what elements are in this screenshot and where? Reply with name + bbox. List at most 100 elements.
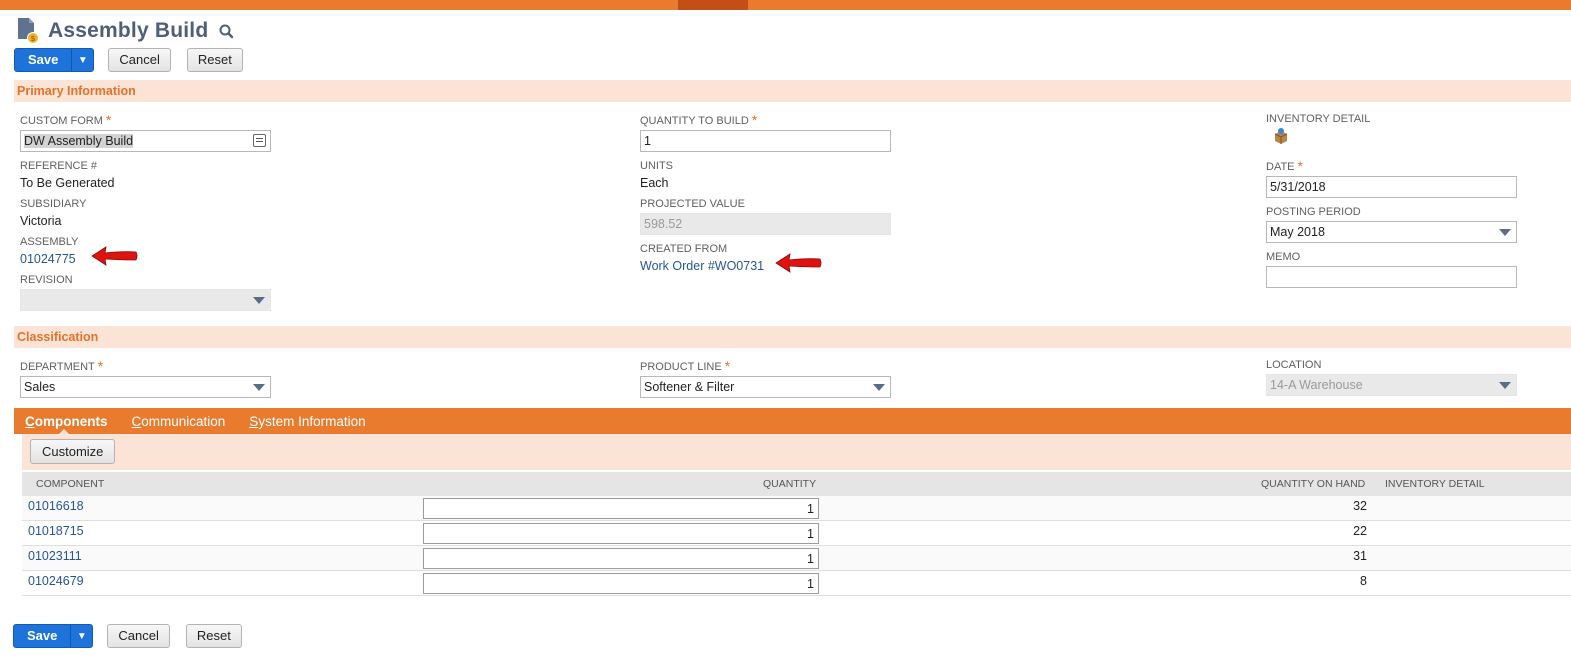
component-link[interactable]: 01023111 [28,549,82,563]
quantity-input[interactable]: 1 [423,548,819,569]
table-row[interactable]: 01016618 1 32 [22,496,1571,521]
cancel-button[interactable]: Cancel [108,48,171,72]
quantity-to-build-field: QUANTITY TO BUILD * 1 [640,112,891,152]
created-from-label: CREATED FROM [640,243,728,255]
memo-input[interactable] [1266,266,1517,288]
reference-field: REFERENCE # To Be Generated [20,159,115,191]
custom-form-label: CUSTOM FORM [20,115,103,127]
required-mark: * [97,358,104,374]
page-header: $ Assembly Build [16,16,234,46]
save-menu-dropdown[interactable]: ▼ [70,625,92,647]
bottom-button-row: Save ▼ Cancel Reset [13,624,242,648]
active-nav-indicator [678,0,748,10]
edit-form-icon[interactable] [253,134,266,147]
posting-period-field: POSTING PERIOD May 2018 [1266,205,1517,243]
revision-field: REVISION [20,273,271,311]
memo-label: MEMO [1266,251,1301,263]
svg-text:$: $ [31,36,35,43]
quantity-input[interactable]: 1 [423,573,819,594]
reference-value: To Be Generated [20,176,115,190]
inventory-detail-icon[interactable] [1272,127,1290,145]
on-hand-value: 8 [1360,574,1367,588]
tab-components[interactable]: Components [25,414,108,429]
quantity-input[interactable]: 1 [423,498,819,519]
top-navigation-bar [0,0,1571,10]
component-link[interactable]: 01016618 [28,499,84,513]
chevron-down-icon [253,297,265,304]
column-header-inventory-detail[interactable]: INVENTORY DETAIL [1385,478,1485,490]
created-from-field: CREATED FROM Work Order #WO0731 [640,242,764,274]
red-arrow-annotation [91,246,138,266]
red-arrow-annotation [775,253,822,273]
page-title: Assembly Build [48,19,209,42]
required-mark: * [1297,158,1303,174]
inventory-detail-field: INVENTORY DETAIL [1266,112,1370,145]
custom-form-value: DW Assembly Build [24,134,134,148]
date-input[interactable]: 5/31/2018 [1266,176,1517,198]
units-value: Each [640,176,669,190]
projected-value-field: PROJECTED VALUE 598.52 [640,197,891,235]
created-from-link[interactable]: Work Order #WO0731 [640,258,764,274]
chevron-down-icon [253,384,265,391]
column-header-quantity[interactable]: QUANTITY [763,478,816,490]
location-select: 14-A Warehouse [1266,374,1517,396]
posting-period-select[interactable]: May 2018 [1266,221,1517,243]
customize-button[interactable]: Customize [30,439,116,464]
posting-period-value: May 2018 [1270,225,1325,239]
assembly-link[interactable]: 01024775 [20,251,79,267]
location-label: LOCATION [1266,359,1322,371]
quantity-to-build-input[interactable]: 1 [640,130,891,152]
department-select[interactable]: Sales [20,376,271,398]
department-label: DEPARTMENT [20,361,95,373]
custom-form-select[interactable]: DW Assembly Build [20,130,271,152]
chevron-down-icon [1499,382,1511,389]
units-field: UNITS Each [640,159,673,191]
revision-select[interactable] [20,289,271,311]
table-row[interactable]: 01024679 1 8 [22,571,1571,596]
on-hand-value: 32 [1353,499,1367,513]
assembly-label: ASSEMBLY [20,236,79,248]
table-row[interactable]: 01023111 1 31 [22,546,1571,571]
product-line-select[interactable]: Softener & Filter [640,376,891,398]
classification-header[interactable]: Classification [14,326,1571,348]
tab-system-information[interactable]: System Information [249,414,365,429]
revision-label: REVISION [20,274,73,286]
save-button[interactable]: Save ▼ [13,624,94,648]
components-toolbar [22,434,1571,470]
save-button[interactable]: Save ▼ [14,48,95,72]
cancel-button[interactable]: Cancel [107,624,170,648]
department-value: Sales [24,380,56,394]
save-button-label[interactable]: Save [15,49,71,71]
on-hand-value: 22 [1353,524,1367,538]
location-value: 14-A Warehouse [1270,378,1363,392]
column-header-on-hand[interactable]: QUANTITY ON HAND [1261,478,1365,490]
reset-button[interactable]: Reset [185,624,242,648]
save-menu-dropdown[interactable]: ▼ [71,49,93,71]
primary-information-header[interactable]: Primary Information [14,80,1571,102]
component-link[interactable]: 01024679 [28,574,84,588]
reset-button[interactable]: Reset [186,48,243,72]
chevron-down-icon [1499,229,1511,236]
projected-value-input: 598.52 [640,213,891,235]
column-header-component[interactable]: COMPONENT [36,478,104,490]
chevron-down-icon [873,384,885,391]
subtab-bar: Components Communication System Informat… [14,408,1571,434]
tab-communication[interactable]: Communication [132,414,226,429]
required-mark: * [105,112,112,128]
projected-value-label: PROJECTED VALUE [640,198,745,210]
assembly-field: ASSEMBLY 01024775 [20,235,79,267]
table-header: COMPONENT QUANTITY QUANTITY ON HAND INVE… [22,472,1571,496]
quantity-input[interactable]: 1 [423,523,819,544]
components-table: COMPONENT QUANTITY QUANTITY ON HAND INVE… [22,472,1571,596]
save-button-label[interactable]: Save [14,625,70,647]
table-row[interactable]: 01018715 1 22 [22,521,1571,546]
custom-form-field: CUSTOM FORM * DW Assembly Build [20,112,271,152]
component-link[interactable]: 01018715 [28,524,84,538]
search-icon[interactable] [218,23,234,39]
document-icon: $ [16,17,40,45]
date-field: DATE * 5/31/2018 [1266,158,1517,198]
top-button-row: Save ▼ Cancel Reset [14,48,243,72]
required-mark: * [724,358,731,374]
units-label: UNITS [640,160,673,172]
memo-field: MEMO [1266,250,1517,288]
